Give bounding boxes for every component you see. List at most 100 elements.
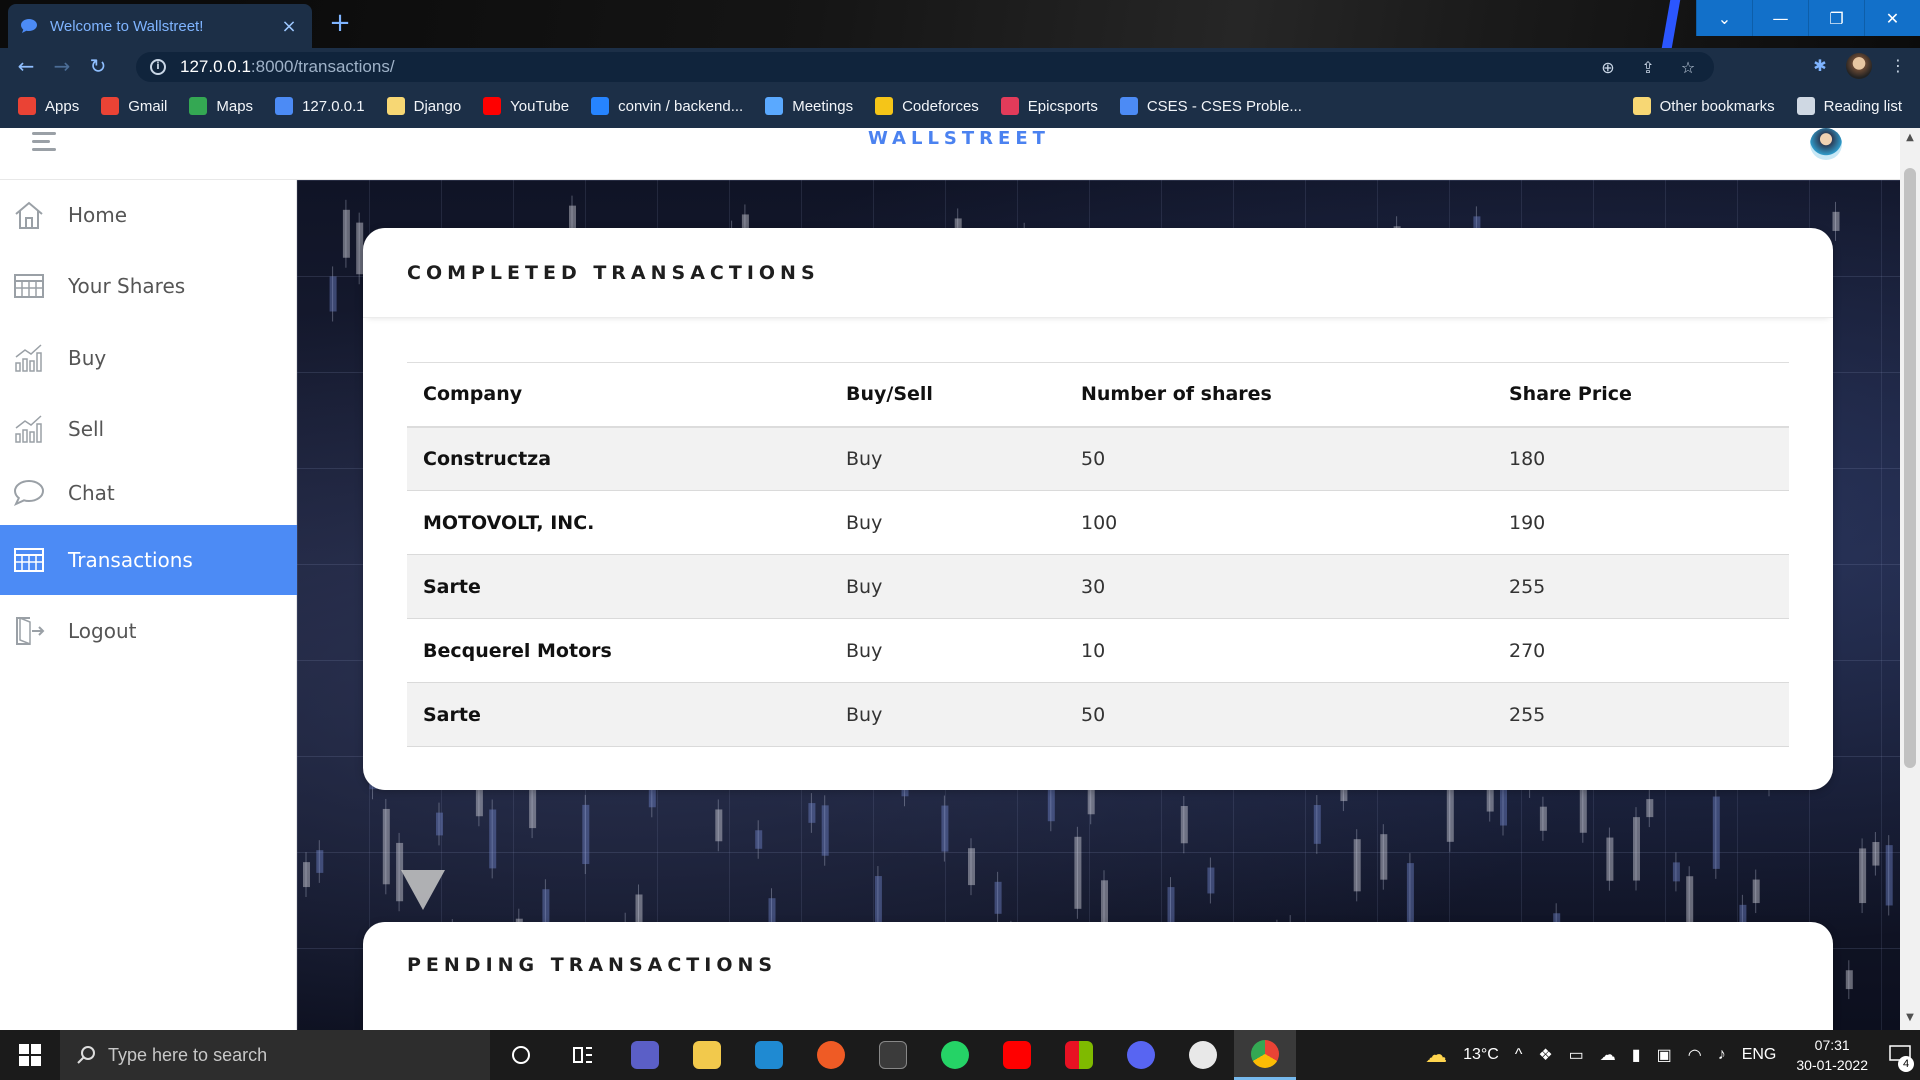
- background-candle: [1712, 786, 1720, 879]
- new-tab-button[interactable]: +: [324, 8, 356, 40]
- bookmark-label: convin / backend...: [618, 97, 744, 115]
- postman-icon[interactable]: [800, 1030, 862, 1080]
- table-row: Sarte Buy 30 255: [407, 554, 1789, 619]
- bookmark-item[interactable]: Meetings: [765, 97, 853, 115]
- minimize-icon[interactable]: —: [1752, 0, 1808, 36]
- bookmark-item[interactable]: Django: [386, 97, 461, 115]
- wifi-icon[interactable]: ◠: [1688, 1045, 1702, 1065]
- other-bookmarks[interactable]: Other bookmarks: [1632, 97, 1775, 115]
- profile-avatar[interactable]: [1846, 53, 1872, 79]
- language-indicator[interactable]: ENG: [1742, 1046, 1777, 1064]
- meet-now-icon[interactable]: ▭: [1569, 1045, 1584, 1065]
- bookmark-star-icon[interactable]: ☆: [1678, 58, 1698, 78]
- weather-temp[interactable]: 13°C: [1463, 1046, 1499, 1064]
- onedrive-icon[interactable]: ☁: [1600, 1045, 1616, 1065]
- scroll-down-arrow-icon[interactable]: [401, 870, 445, 910]
- share-icon[interactable]: ⇪: [1638, 58, 1658, 78]
- dropbox-icon[interactable]: ❖: [1538, 1045, 1552, 1065]
- brand-logo[interactable]: WALLSTREET: [868, 128, 1045, 149]
- whatsapp-icon[interactable]: [924, 1030, 986, 1080]
- page-scrollbar[interactable]: ▲ ▼: [1900, 128, 1920, 1030]
- column-header: Share Price: [1493, 362, 1789, 428]
- bookmark-item[interactable]: convin / backend...: [591, 97, 743, 115]
- notification-center-icon[interactable]: 4: [1880, 1030, 1920, 1080]
- clock[interactable]: 07:31 30-01-2022: [1796, 1035, 1868, 1075]
- sidebar-item-chat[interactable]: Chat: [0, 458, 297, 528]
- chrome-icon[interactable]: [1234, 1030, 1296, 1080]
- office-icon[interactable]: [1048, 1030, 1110, 1080]
- codeforces-icon: [875, 97, 894, 115]
- scroll-up-icon[interactable]: ▲: [1904, 132, 1916, 146]
- background-candle: [1832, 201, 1840, 241]
- teams-icon[interactable]: [614, 1030, 676, 1080]
- globe-icon: [1119, 97, 1138, 115]
- vscode-icon[interactable]: [738, 1030, 800, 1080]
- price-cell: 190: [1493, 490, 1789, 555]
- sidebar-item-logout[interactable]: Logout: [0, 596, 297, 666]
- browser-tab-active[interactable]: Welcome to Wallstreet! ×: [8, 4, 312, 48]
- buy-sell-cell: Buy: [830, 682, 1065, 747]
- bookmark-item[interactable]: Codeforces: [875, 97, 979, 115]
- company-cell: Sarte: [407, 554, 830, 619]
- folder-icon: [1632, 97, 1651, 115]
- company-cell: MOTOVOLT, INC.: [407, 490, 830, 555]
- close-window-icon[interactable]: ✕: [1864, 0, 1920, 36]
- restore-icon[interactable]: ❐: [1808, 0, 1864, 36]
- address-bar[interactable]: i 127.0.0.1 :8000/transactions/ ⊕ ⇪ ☆: [136, 52, 1714, 82]
- extensions-icon[interactable]: ✱: [1810, 56, 1830, 76]
- hamburger-menu-icon[interactable]: [32, 132, 56, 152]
- bookmarks-right: Other bookmarks Reading list: [1632, 84, 1902, 128]
- bookmark-item[interactable]: Gmail: [101, 97, 167, 115]
- bookmark-item[interactable]: Epicsports: [1000, 97, 1098, 115]
- slack-icon[interactable]: [1172, 1030, 1234, 1080]
- display-icon[interactable]: ▣: [1657, 1045, 1672, 1065]
- user-avatar[interactable]: [1810, 128, 1842, 160]
- scroll-down-icon[interactable]: ▼: [1904, 1012, 1916, 1026]
- sidebar-item-transactions[interactable]: Transactions: [0, 525, 297, 595]
- discord-icon[interactable]: [1110, 1030, 1172, 1080]
- task-view-icon[interactable]: [552, 1030, 614, 1080]
- menu-kebab-icon[interactable]: ⋮: [1888, 56, 1908, 76]
- shares-cell: 30: [1065, 554, 1493, 619]
- taskbar-search[interactable]: Type here to search: [60, 1030, 490, 1080]
- windows-start-icon[interactable]: [0, 1030, 60, 1080]
- show-hidden-icons-icon[interactable]: ^: [1515, 1046, 1523, 1064]
- file-explorer-icon[interactable]: [676, 1030, 738, 1080]
- sidebar-item-sell[interactable]: Sell: [0, 394, 297, 464]
- sidebar: Home Your Shares Buy Sell Chat Transactions Lo…: [0, 180, 297, 1030]
- sidebar-item-label: Buy: [68, 346, 107, 370]
- bookmark-item[interactable]: 127.0.0.1: [275, 97, 365, 115]
- bookmark-item[interactable]: Maps: [189, 97, 253, 115]
- sidebar-item-label: Transactions: [68, 548, 193, 572]
- tab-search-icon[interactable]: ⌄: [1696, 0, 1752, 36]
- folder-icon: [386, 97, 405, 115]
- reload-icon[interactable]: ↻: [80, 48, 116, 84]
- background-candle: [489, 799, 497, 879]
- terminal-icon[interactable]: [862, 1030, 924, 1080]
- tab-close-icon[interactable]: ×: [278, 16, 300, 37]
- bookmark-item[interactable]: YouTube: [483, 97, 569, 115]
- maps-icon: [189, 97, 208, 115]
- sidebar-item-label: Sell: [68, 417, 105, 441]
- background-candle: [715, 799, 723, 852]
- weather-icon[interactable]: ☁: [1425, 1042, 1447, 1068]
- forward-icon[interactable]: →: [44, 48, 80, 84]
- bookmark-label: Codeforces: [902, 97, 979, 115]
- cortana-icon[interactable]: [490, 1030, 552, 1080]
- sidebar-item-home[interactable]: Home: [0, 180, 297, 250]
- reading-list[interactable]: Reading list: [1796, 97, 1902, 115]
- back-icon[interactable]: ←: [8, 48, 44, 84]
- youtube-app-icon[interactable]: [986, 1030, 1048, 1080]
- bookmark-item[interactable]: CSES - CSES Proble...: [1119, 97, 1302, 115]
- sidebar-item-buy[interactable]: Buy: [0, 323, 297, 393]
- background-candle: [1845, 960, 1853, 1000]
- zoom-icon[interactable]: ⊕: [1598, 58, 1618, 78]
- background-candle: [1353, 829, 1361, 902]
- scrollbar-thumb[interactable]: [1904, 168, 1916, 768]
- bookmark-item[interactable]: Apps: [18, 97, 79, 115]
- site-info-icon[interactable]: i: [150, 59, 166, 75]
- battery-icon[interactable]: ▮: [1632, 1045, 1641, 1065]
- volume-icon[interactable]: ♪: [1718, 1046, 1726, 1064]
- sidebar-item-your-shares[interactable]: Your Shares: [0, 251, 297, 321]
- shares-cell: 50: [1065, 682, 1493, 747]
